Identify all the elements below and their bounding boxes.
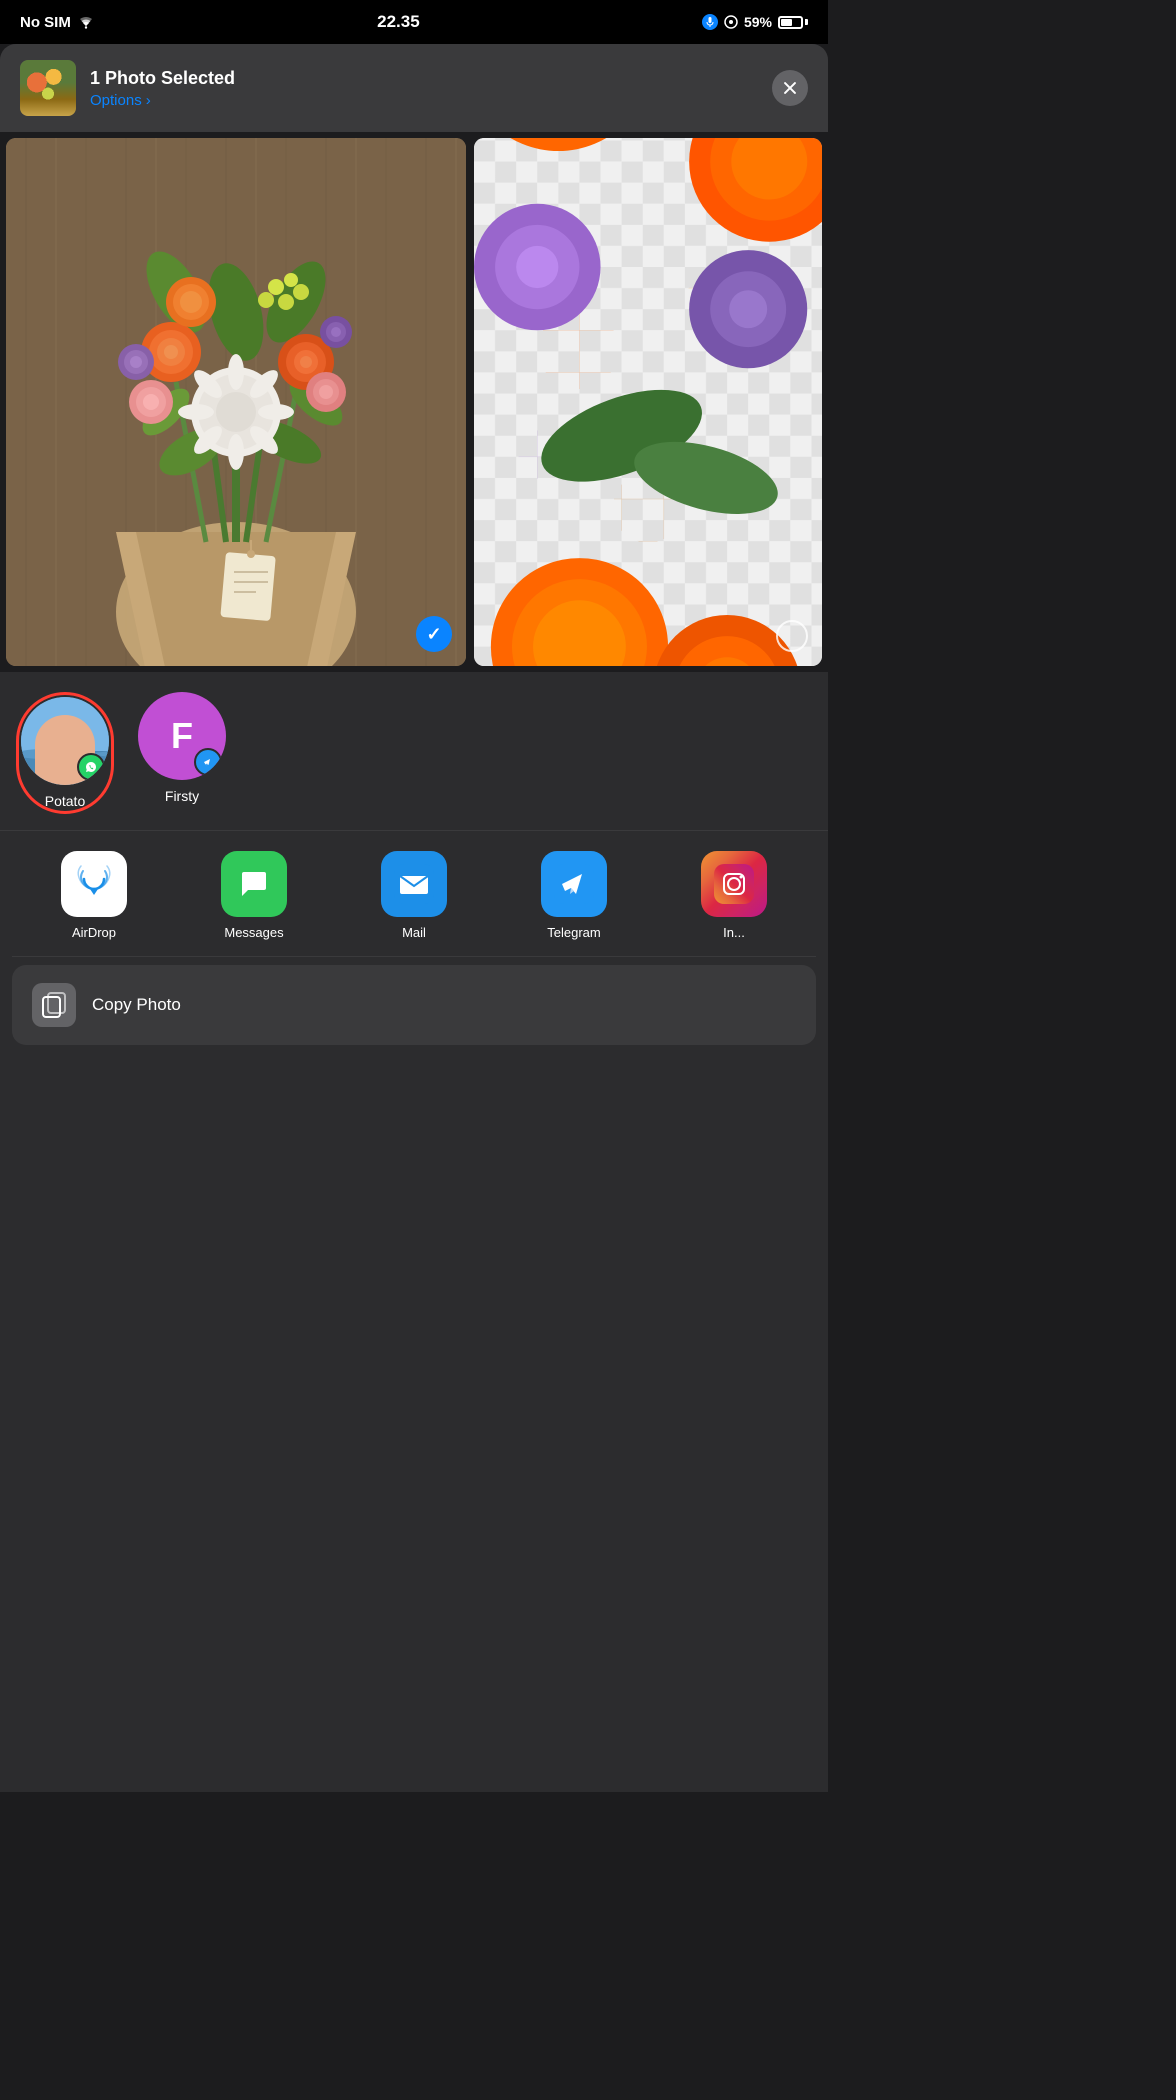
status-right: 59% [702,14,808,30]
contact-item-firsty[interactable]: F Firsty [138,692,226,814]
app-label-mail: Mail [402,925,426,940]
copy-photo-icon [32,983,76,1027]
carrier-label: No SIM [20,14,71,31]
contact-avatar-potato [21,697,109,785]
app-label-telegram: Telegram [547,925,600,940]
options-button[interactable]: Options › [90,92,772,109]
close-button[interactable] [772,70,808,106]
messages-icon [221,851,287,917]
telegram-badge [194,748,222,776]
selected-photo-thumbnail [20,60,76,116]
app-item-messages[interactable]: Messages [174,851,334,940]
share-sheet: 1 Photo Selected Options › [0,44,828,1792]
contact-name-potato: Potato [45,793,85,809]
separator-1 [12,956,816,957]
apps-row: AirDrop Messages Mail [0,830,828,956]
location-icon [724,15,738,29]
status-left: No SIM [20,14,95,31]
header-text: 1 Photo Selected Options › [90,68,772,109]
app-item-instagram[interactable]: In... [654,851,814,940]
status-bar: No SIM 22.35 59% [0,0,828,44]
unselected-circle [776,620,808,652]
mail-icon [381,851,447,917]
airdrop-icon [61,851,127,917]
app-label-instagram: In... [723,925,745,940]
microphone-icon [702,14,718,30]
photo-strip [0,132,828,672]
photo-count-title: 1 Photo Selected [90,68,772,89]
photo-side-unselected[interactable] [474,138,822,666]
share-header: 1 Photo Selected Options › [0,44,828,132]
spacer [0,1053,828,1792]
contact-item-potato[interactable]: Potato [16,692,114,814]
app-item-mail[interactable]: Mail [334,851,494,940]
copy-photo-label: Copy Photo [92,995,181,1015]
selected-checkmark [416,616,452,652]
contacts-row: Potato F Firsty [0,672,828,830]
wifi-icon [77,15,95,29]
whatsapp-badge [77,753,105,781]
status-time: 22.35 [377,12,420,32]
photo-main-selected[interactable] [6,138,466,666]
action-row-copy-photo[interactable]: Copy Photo [12,965,816,1045]
app-label-airdrop: AirDrop [72,925,116,940]
contact-name-firsty: Firsty [165,788,199,804]
instagram-icon [701,851,767,917]
contact-avatar-firsty: F [138,692,226,780]
app-label-messages: Messages [224,925,283,940]
battery-icon [778,16,808,29]
app-item-telegram[interactable]: Telegram [494,851,654,940]
app-item-airdrop[interactable]: AirDrop [14,851,174,940]
telegram-icon [541,851,607,917]
battery-percentage: 59% [744,14,772,30]
